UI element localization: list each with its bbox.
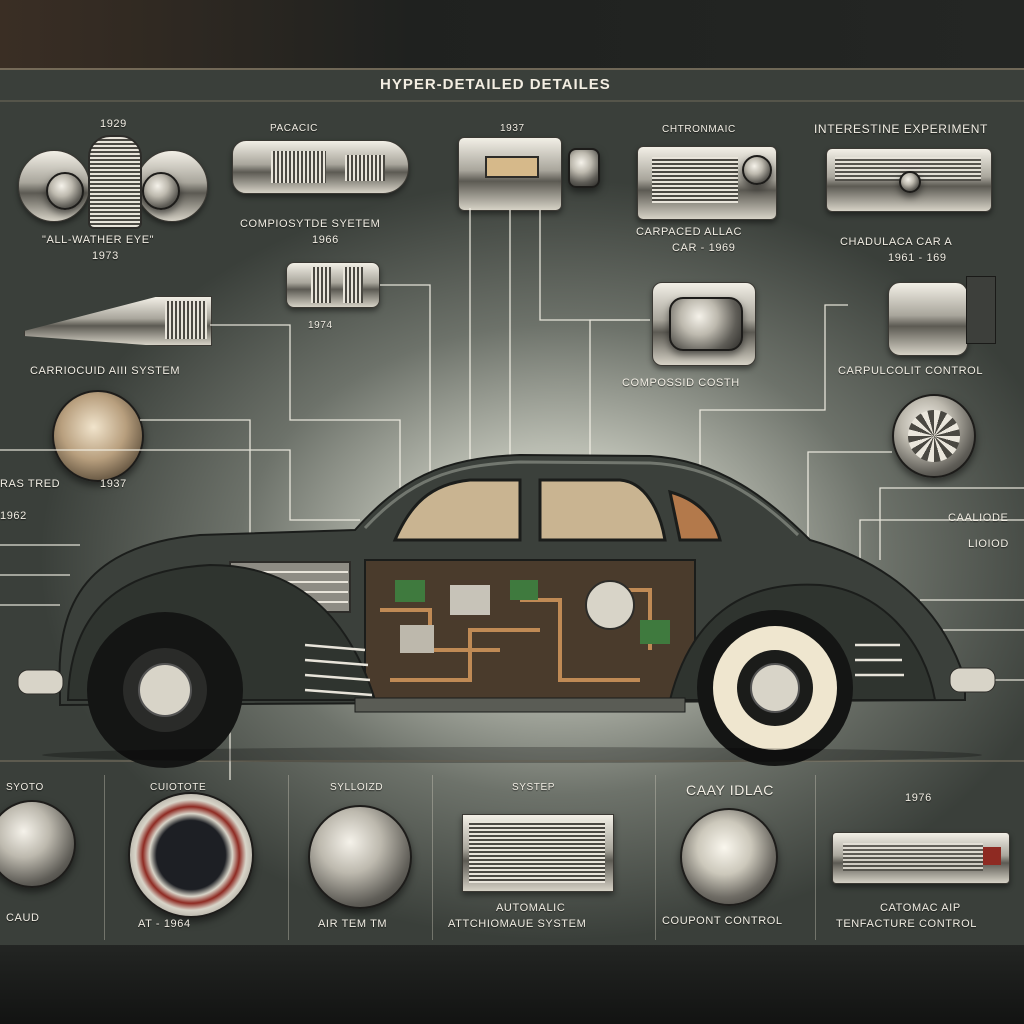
divider-2	[288, 775, 289, 940]
engine-turbine	[585, 580, 635, 630]
bottom-6-top: 1976	[905, 792, 932, 804]
divider-4	[655, 775, 656, 940]
bottom-4-caption2: ATTCHIOMAUE SYSTEM	[448, 918, 587, 930]
rear-bumper	[949, 667, 996, 693]
bottom-4-grille	[462, 814, 614, 892]
bottom-5-top: CAAY IDLAC	[686, 782, 774, 798]
bottom-3-dial	[308, 805, 412, 909]
bottom-6-caption: CATOMAC AIP	[880, 902, 961, 914]
front-bumper	[17, 669, 64, 695]
bottom-2-caption: AT - 1964	[138, 918, 191, 930]
running-board	[354, 697, 686, 713]
bottom-5-caption: COUPONT CONTROL	[662, 915, 783, 927]
bottom-2-dial	[128, 792, 254, 918]
bottom-5-lamp	[680, 808, 778, 906]
front-hubcap	[138, 663, 192, 717]
bottom-3-top: SYLLOIZD	[330, 782, 384, 793]
divider-3	[432, 775, 433, 940]
rear-hubcap	[750, 663, 800, 713]
bottom-3-caption: AIR TEM TM	[318, 918, 388, 930]
divider-5	[815, 775, 816, 940]
bottom-2-top: CUIOTOTE	[150, 782, 207, 793]
divider-1	[104, 775, 105, 940]
bottom-1-caption: CAUD	[6, 912, 40, 924]
bottom-6-caption2: TENFACTURE CONTROL	[836, 918, 977, 930]
bottom-6-panel	[832, 832, 1010, 884]
bottom-4-top: SYSTEP	[512, 782, 556, 793]
bottom-1-top: SYOTO	[6, 782, 44, 793]
bottom-4-caption: AUTOMALIC	[496, 902, 566, 914]
